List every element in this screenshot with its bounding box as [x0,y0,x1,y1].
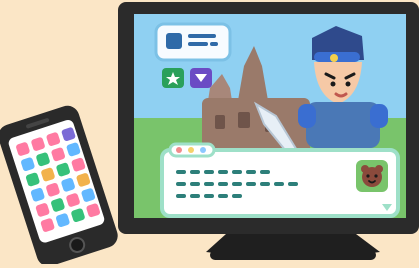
game-scene [134,14,406,218]
monitor-base [210,250,376,260]
illustration [0,0,419,267]
status-panel [154,22,232,62]
hero-armor [306,102,380,148]
illustration-svg [0,0,419,267]
dialog-box [160,142,400,218]
speaker-portrait [356,160,388,192]
